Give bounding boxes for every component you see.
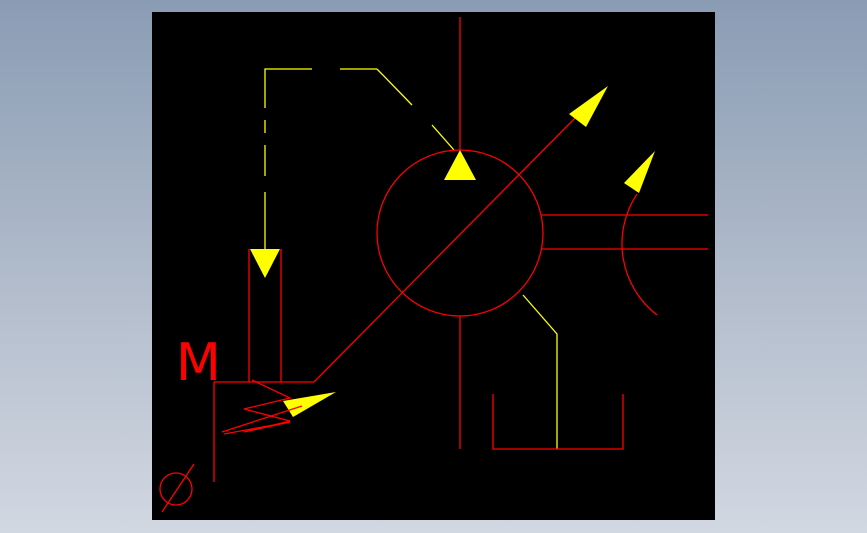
spring-adjust-arrow [283,392,336,417]
drive-shaft [541,193,708,316]
pilot-arrow-down [250,249,280,278]
variable-displacement-arrowhead [569,86,608,127]
pilot-control-line [264,68,455,249]
spring-zigzag [223,379,292,435]
cad-viewport[interactable]: M [152,12,715,520]
flow-direction-triangle [444,150,476,180]
motor-label: M [176,333,221,393]
drain-line [522,294,558,449]
rotation-arrowhead [624,151,655,193]
hydraulic-schematic: M [159,17,708,513]
control-cylinder [213,249,314,482]
diameter-symbol [159,463,195,513]
tank-symbol [492,394,624,450]
